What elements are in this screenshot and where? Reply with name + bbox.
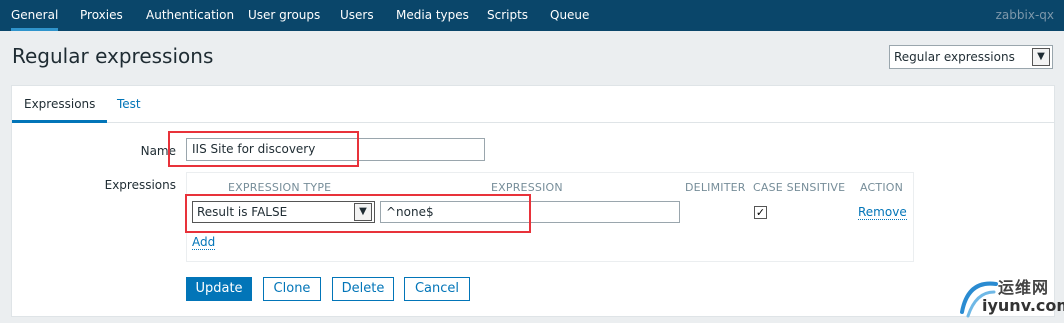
column-header-action: ACTION	[860, 181, 904, 194]
tab-test[interactable]: Test	[117, 86, 141, 123]
name-label: Name	[140, 144, 176, 158]
column-header-delimiter: DELIMITER	[685, 181, 746, 194]
chevron-down-icon: ▼	[354, 203, 372, 221]
remove-link[interactable]: Remove	[858, 205, 907, 220]
page-title: Regular expressions	[12, 44, 214, 68]
nav-item-general[interactable]: General	[11, 0, 59, 31]
form-panel: Expressions Test Name IIS Site for disco…	[11, 85, 1055, 317]
nav-item-authentication[interactable]: Authentication	[146, 0, 234, 31]
add-expression-link[interactable]: Add	[192, 235, 216, 250]
clone-button[interactable]: Clone	[263, 277, 321, 301]
nav-item-queue[interactable]: Queue	[550, 0, 589, 31]
view-select[interactable]: Regular expressions ▼	[889, 45, 1053, 69]
server-name: zabbix-qx	[995, 8, 1054, 22]
top-navigation: General Proxies Authentication User grou…	[0, 0, 1064, 31]
expressions-label: Expressions	[104, 178, 176, 192]
name-field[interactable]: IIS Site for discovery	[186, 138, 485, 161]
nav-item-user-groups[interactable]: User groups	[248, 0, 320, 31]
watermark-en: iyunv.com	[982, 296, 1064, 315]
nav-item-proxies[interactable]: Proxies	[80, 0, 123, 31]
nav-item-media-types[interactable]: Media types	[396, 0, 469, 31]
site-watermark: 运维网 iyunv.com	[958, 272, 1064, 320]
column-header-case-sensitive: CASE SENSITIVE	[753, 181, 846, 194]
expressions-table: EXPRESSION TYPE EXPRESSION DELIMITER CAS…	[186, 172, 914, 262]
tab-expressions[interactable]: Expressions	[12, 86, 108, 123]
nav-item-scripts[interactable]: Scripts	[487, 0, 528, 31]
case-sensitive-checkbox[interactable]: ✓	[754, 206, 767, 219]
nav-item-users[interactable]: Users	[340, 0, 374, 31]
expression-field[interactable]: ^none$	[380, 201, 680, 223]
column-header-expression: EXPRESSION	[491, 181, 563, 194]
view-select-value: Regular expressions	[894, 50, 1015, 64]
expression-type-value: Result is FALSE	[197, 205, 288, 219]
update-button[interactable]: Update	[186, 277, 252, 301]
expression-type-select[interactable]: Result is FALSE ▼	[192, 201, 375, 223]
column-header-type: EXPRESSION TYPE	[228, 181, 332, 194]
tab-bar: Expressions Test	[12, 86, 1054, 123]
watermark-cn: 运维网	[998, 278, 1050, 297]
cancel-button[interactable]: Cancel	[404, 277, 470, 301]
delete-button[interactable]: Delete	[332, 277, 394, 301]
chevron-down-icon: ▼	[1032, 48, 1050, 66]
